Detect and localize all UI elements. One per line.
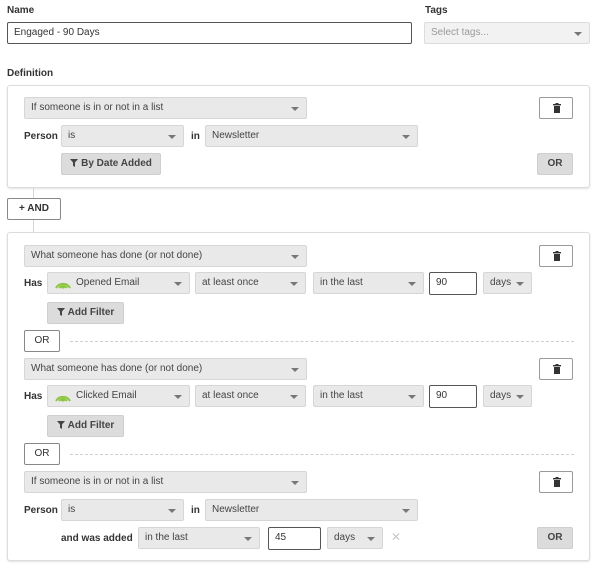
chevron-down-icon: [402, 509, 410, 513]
is-select[interactable]: is: [61, 499, 184, 521]
chevron-down-icon: [402, 135, 410, 139]
amount-input[interactable]: 90: [429, 385, 477, 408]
filter-icon: [56, 308, 65, 316]
chevron-down-icon: [291, 481, 299, 485]
chevron-down-icon: [574, 32, 582, 36]
delete-condition-button[interactable]: [539, 97, 573, 119]
or-divider-line: [70, 454, 574, 455]
is-select[interactable]: is: [61, 125, 184, 147]
metric-select[interactable]: Opened Email: [47, 272, 190, 294]
list-select[interactable]: Newsletter: [205, 499, 418, 521]
timeframe-select[interactable]: in the last: [313, 272, 424, 294]
name-label: Name: [7, 5, 35, 16]
metric-select[interactable]: Clicked Email: [47, 385, 190, 407]
definition-label: Definition: [7, 68, 54, 79]
trash-icon: [553, 477, 561, 487]
close-icon[interactable]: ✕: [391, 530, 401, 544]
or-divider-button[interactable]: OR: [24, 330, 60, 352]
and-button[interactable]: + AND: [7, 198, 61, 220]
tags-label: Tags: [425, 5, 448, 16]
unit-select[interactable]: days: [483, 272, 532, 294]
list-select[interactable]: Newsletter: [205, 125, 418, 147]
plus-icon: +: [19, 203, 25, 214]
chevron-down-icon: [174, 395, 182, 399]
email-click-icon: [55, 395, 71, 402]
in-label: in: [191, 505, 200, 516]
chevron-down-icon: [516, 282, 524, 286]
trash-icon: [553, 364, 561, 374]
chevron-down-icon: [291, 255, 299, 259]
chevron-down-icon: [408, 282, 416, 286]
chevron-down-icon: [516, 395, 524, 399]
chevron-down-icon: [291, 368, 299, 372]
delete-condition-button[interactable]: [539, 471, 573, 493]
person-label: Person: [24, 505, 58, 516]
added-amount-input[interactable]: 45: [268, 527, 321, 550]
condition-type-select[interactable]: If someone is in or not in a list: [24, 471, 307, 493]
chevron-down-icon: [367, 537, 375, 541]
connector-line: [33, 220, 34, 232]
chevron-down-icon: [290, 282, 298, 286]
chevron-down-icon: [174, 282, 182, 286]
tags-select[interactable]: Select tags...: [424, 22, 590, 44]
added-label: and was added: [61, 533, 133, 544]
chevron-down-icon: [408, 395, 416, 399]
delete-condition-button[interactable]: [539, 358, 573, 380]
by-date-added-button[interactable]: By Date Added: [61, 153, 161, 175]
amount-input[interactable]: 90: [429, 272, 477, 295]
or-button[interactable]: OR: [537, 527, 573, 549]
chevron-down-icon: [168, 135, 176, 139]
trash-icon: [553, 103, 561, 113]
condition-type-select[interactable]: What someone has done (or not done): [24, 358, 307, 380]
tags-placeholder: Select tags...: [431, 27, 489, 38]
filter-icon: [70, 159, 79, 167]
email-open-icon: [55, 282, 71, 289]
condition-type-select[interactable]: What someone has done (or not done): [24, 245, 307, 267]
or-button[interactable]: OR: [537, 153, 573, 175]
trash-icon: [553, 251, 561, 261]
frequency-select[interactable]: at least once: [195, 385, 306, 407]
add-filter-button[interactable]: Add Filter: [47, 302, 124, 324]
has-label: Has: [24, 278, 43, 289]
unit-select[interactable]: days: [483, 385, 532, 407]
segment-name-input[interactable]: Engaged - 90 Days: [7, 22, 412, 44]
or-divider-button[interactable]: OR: [24, 443, 60, 465]
chevron-down-icon: [291, 107, 299, 111]
condition-type-select[interactable]: If someone is in or not in a list: [24, 97, 307, 119]
added-timeframe-select[interactable]: in the last: [138, 527, 260, 549]
has-label: Has: [24, 391, 43, 402]
in-label: in: [191, 131, 200, 142]
chevron-down-icon: [290, 395, 298, 399]
chevron-down-icon: [168, 509, 176, 513]
timeframe-select[interactable]: in the last: [313, 385, 424, 407]
connector-line: [33, 188, 34, 198]
added-unit-select[interactable]: days: [327, 527, 383, 549]
add-filter-button[interactable]: Add Filter: [47, 415, 124, 437]
chevron-down-icon: [244, 537, 252, 541]
or-divider-line: [70, 341, 574, 342]
filter-icon: [56, 421, 65, 429]
person-label: Person: [24, 131, 58, 142]
frequency-select[interactable]: at least once: [195, 272, 306, 294]
delete-condition-button[interactable]: [539, 245, 573, 267]
